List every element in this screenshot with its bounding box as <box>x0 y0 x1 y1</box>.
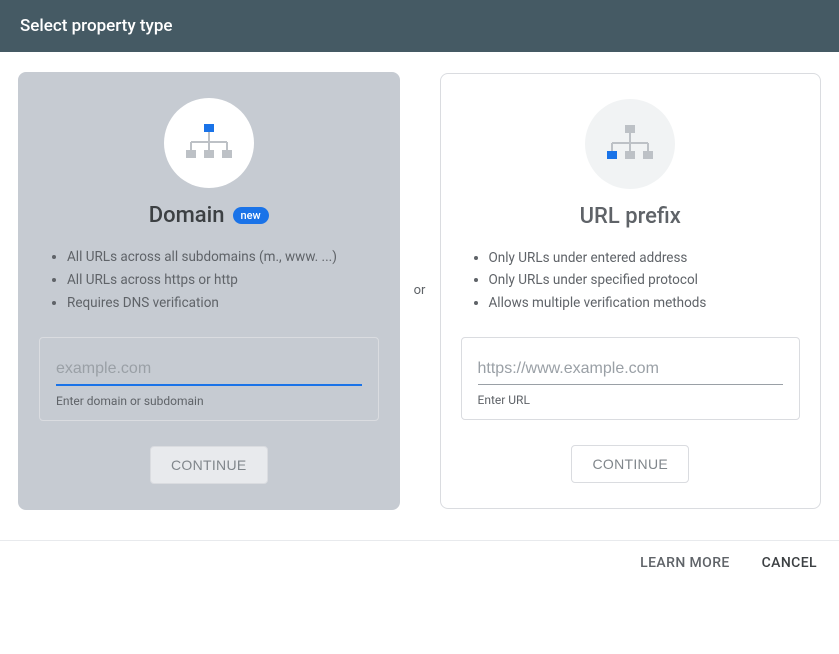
list-item: Only URLs under specified protocol <box>489 269 791 292</box>
url-input-box: Enter URL <box>461 337 801 420</box>
list-item: Allows multiple verification methods <box>489 292 791 315</box>
list-item: All URLs across https or http <box>67 269 369 292</box>
learn-more-button[interactable]: LEARN MORE <box>640 555 730 571</box>
domain-card-title-row: Domain new <box>39 203 379 228</box>
url-input[interactable] <box>478 356 784 385</box>
url-card-bullets: Only URLs under entered address Only URL… <box>461 247 801 316</box>
domain-input-box: Enter domain or subdomain <box>39 337 379 421</box>
sitemap-icon <box>164 98 254 188</box>
url-input-helper: Enter URL <box>478 393 784 407</box>
domain-input-helper: Enter domain or subdomain <box>56 394 362 408</box>
url-continue-button[interactable]: CONTINUE <box>571 445 689 483</box>
cancel-button[interactable]: CANCEL <box>762 555 817 571</box>
list-item: Only URLs under entered address <box>489 247 791 270</box>
domain-input[interactable] <box>56 356 362 386</box>
url-card-title-row: URL prefix <box>461 204 801 229</box>
dialog-footer: LEARN MORE CANCEL <box>0 540 839 585</box>
url-card-title: URL prefix <box>580 204 681 229</box>
list-item: All URLs across all subdomains (m., www.… <box>67 246 369 269</box>
dialog-title: Select property type <box>20 16 173 36</box>
or-separator: or <box>400 283 440 298</box>
new-badge: new <box>233 207 269 224</box>
dialog-content: Domain new All URLs across all subdomain… <box>0 52 839 540</box>
dialog-header: Select property type <box>0 0 839 52</box>
domain-property-card[interactable]: Domain new All URLs across all subdomain… <box>18 72 400 510</box>
url-prefix-property-card[interactable]: URL prefix Only URLs under entered addre… <box>440 73 822 510</box>
domain-card-title: Domain <box>149 203 225 228</box>
domain-continue-button[interactable]: CONTINUE <box>150 446 268 484</box>
list-item: Requires DNS verification <box>67 292 369 315</box>
domain-card-bullets: All URLs across all subdomains (m., www.… <box>39 246 379 315</box>
sitemap-icon <box>585 99 675 189</box>
